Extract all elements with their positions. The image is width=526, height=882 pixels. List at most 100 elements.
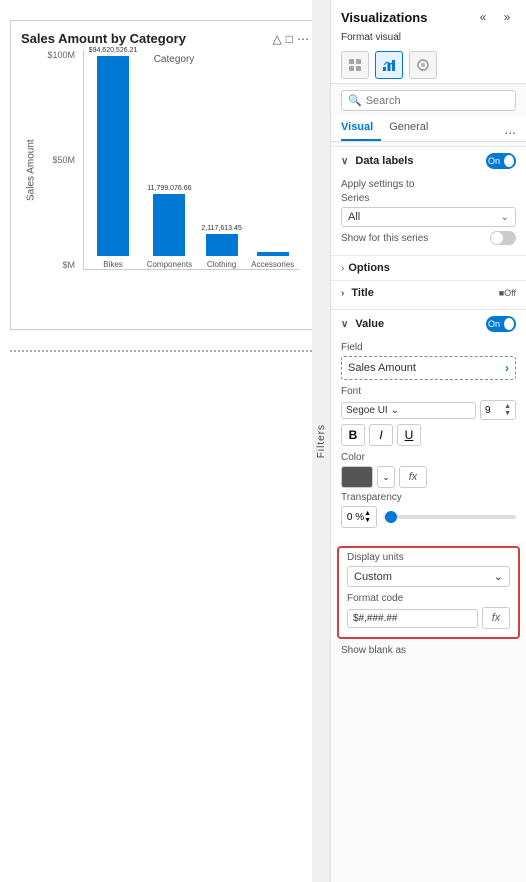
- value-toggle-label: On: [488, 319, 500, 329]
- section-value: ∨ Value On Field Sales Amount › Font Seg…: [331, 309, 526, 542]
- chart-title-row: Sales Amount by Category △ □ ⋯: [21, 31, 309, 46]
- y-axis-label: Sales Amount: [21, 50, 39, 290]
- bar-group-components: 11,799,076.66 Components: [147, 185, 192, 269]
- font-size-box: 9 ▲ ▼: [480, 400, 516, 420]
- bar-label-bikes: Bikes: [103, 260, 123, 269]
- collapse-icon[interactable]: «: [474, 8, 492, 26]
- slider-thumb: [385, 511, 397, 523]
- toggle-on-label: On: [488, 156, 500, 166]
- series-dropdown[interactable]: All ⌄: [341, 207, 516, 227]
- transparency-input[interactable]: 0 % ▲ ▼: [341, 506, 377, 528]
- value-toggle-knob: [504, 318, 514, 330]
- format-code-label: Format code: [347, 593, 510, 604]
- transparency-row: 0 % ▲ ▼: [341, 506, 516, 528]
- value-body: Field Sales Amount › Font Segoe UI ⌄ 9 ▲…: [331, 338, 526, 542]
- data-labels-toggle[interactable]: On: [486, 153, 516, 169]
- viz-tab-format[interactable]: [375, 51, 403, 79]
- tab-general[interactable]: General: [389, 117, 436, 141]
- panel-title: Visualizations: [341, 10, 427, 25]
- section-data-labels: ∨ Data labels On Apply settings to Serie…: [331, 146, 526, 255]
- format-code-row: $#,###.## fx: [347, 607, 510, 629]
- bar-clothing: [206, 234, 238, 256]
- y-tick-50m: $50M: [52, 155, 79, 165]
- bar-group-accessories: Accessories: [251, 250, 294, 269]
- chart-area: Sales Amount by Category △ □ ⋯ Sales Amo…: [10, 20, 320, 330]
- section-title[interactable]: › Title ■Off: [331, 280, 526, 305]
- more-options-icon[interactable]: ⋯: [297, 32, 309, 46]
- bar-label-clothing: Clothing: [207, 260, 236, 269]
- toggle-knob: [504, 155, 514, 167]
- italic-button[interactable]: I: [369, 424, 393, 446]
- apply-settings-label: Apply settings to: [341, 179, 516, 190]
- bar-accessories: [257, 252, 289, 256]
- bold-button[interactable]: B: [341, 424, 365, 446]
- font-dropdown-arrow: ⌄: [391, 405, 399, 416]
- font-label: Font: [341, 386, 516, 397]
- search-input[interactable]: [366, 95, 509, 107]
- section-divider: [10, 350, 320, 352]
- display-units-value: Custom: [354, 571, 392, 583]
- y-ticks: $100M $50M $M: [39, 50, 79, 270]
- filter-icon[interactable]: △: [273, 32, 282, 46]
- bar-group-bikes: $94,620,526.21 Bikes: [89, 47, 138, 269]
- filters-strip[interactable]: Filters: [312, 0, 330, 882]
- tab-visual[interactable]: Visual: [341, 117, 381, 141]
- show-series-toggle[interactable]: [490, 231, 516, 245]
- color-fx-button[interactable]: fx: [399, 466, 427, 488]
- display-units-dropdown[interactable]: Custom ⌄: [347, 566, 510, 587]
- display-units-box: Display units Custom ⌄ Format code $#,##…: [337, 546, 520, 639]
- field-box[interactable]: Sales Amount ›: [341, 356, 516, 380]
- options-chevron: ›: [341, 263, 344, 274]
- color-row: ⌄ fx: [341, 466, 516, 488]
- show-series-label: Show for this series: [341, 233, 428, 244]
- field-box-arrow: ›: [505, 361, 509, 375]
- value-header[interactable]: ∨ Value On: [331, 309, 526, 338]
- display-units-arrow: ⌄: [494, 570, 503, 583]
- font-name-value: Segoe UI: [346, 405, 388, 416]
- section-options[interactable]: › Options: [331, 255, 526, 280]
- format-code-fx-button[interactable]: fx: [482, 607, 510, 629]
- section-data-labels-header[interactable]: ∨ Data labels On: [331, 146, 526, 175]
- transparency-label: Transparency: [341, 492, 516, 503]
- format-visual-label: Format visual: [331, 30, 526, 47]
- format-code-value: $#,###.##: [353, 613, 398, 624]
- font-stepper[interactable]: ▲ ▼: [504, 403, 511, 417]
- show-blank-label: Show blank as: [331, 639, 526, 660]
- chart-body: Sales Amount $100M $50M $M $94,620,526.2…: [21, 50, 309, 290]
- data-labels-title: ∨ Data labels: [341, 155, 413, 167]
- bar-bikes: [97, 56, 129, 256]
- value-toggle[interactable]: On: [486, 316, 516, 332]
- expand-icon[interactable]: □: [286, 32, 293, 46]
- series-label: Series: [341, 193, 516, 204]
- font-size-value: 9: [485, 405, 491, 416]
- right-panel: Visualizations « » Format visual: [330, 0, 526, 882]
- y-tick-100m: $100M: [47, 50, 79, 60]
- viz-tab-analytics[interactable]: [409, 51, 437, 79]
- off-label: ■Off: [499, 288, 516, 298]
- chart-icons: △ □ ⋯: [273, 32, 309, 46]
- field-label: Field: [341, 342, 516, 353]
- bar-value-components: 11,799,076.66: [147, 185, 191, 192]
- field-box-value: Sales Amount: [348, 362, 416, 374]
- panel-header-icons: « »: [474, 8, 516, 26]
- bar-label-components: Components: [147, 260, 192, 269]
- bar-components: [153, 194, 185, 256]
- display-units-label: Display units: [347, 552, 510, 563]
- tab-more[interactable]: ...: [504, 117, 516, 141]
- format-code-input[interactable]: $#,###.##: [347, 609, 478, 628]
- underline-button[interactable]: U: [397, 424, 421, 446]
- search-box: 🔍: [341, 90, 516, 111]
- transparency-slider[interactable]: [383, 515, 516, 519]
- viz-tab-grid[interactable]: [341, 51, 369, 79]
- font-name-dropdown[interactable]: Segoe UI ⌄: [341, 402, 476, 419]
- viz-tabs: [331, 47, 526, 84]
- show-series-knob: [491, 232, 503, 244]
- color-label: Color: [341, 452, 516, 463]
- expand-icon[interactable]: »: [498, 8, 516, 26]
- series-dropdown-arrow: ⌄: [501, 212, 509, 223]
- transparency-stepper[interactable]: ▲ ▼: [364, 510, 371, 524]
- panel-header: Visualizations « »: [331, 0, 526, 30]
- color-swatch[interactable]: [341, 466, 373, 488]
- color-dropdown-btn[interactable]: ⌄: [377, 466, 395, 488]
- font-row: Segoe UI ⌄ 9 ▲ ▼: [341, 400, 516, 420]
